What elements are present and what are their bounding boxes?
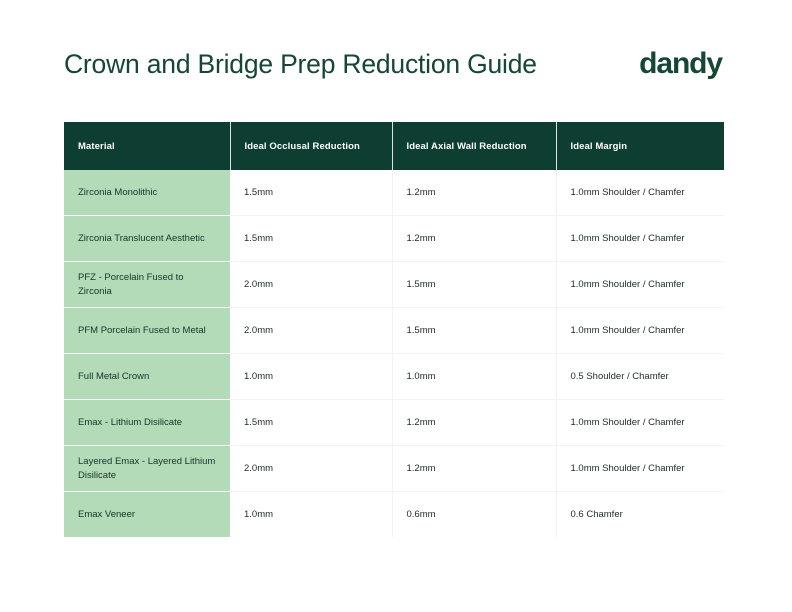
cell-axial: 1.2mm bbox=[392, 170, 557, 216]
cell-margin: 1.0mm Shoulder / Chamfer bbox=[556, 399, 724, 446]
dandy-logo: dandy bbox=[639, 47, 723, 80]
cell-occlusal: 1.5mm bbox=[230, 170, 393, 216]
cell-axial: 1.2mm bbox=[392, 215, 557, 262]
cell-occlusal: 1.0mm bbox=[230, 353, 393, 400]
table-row: Emax - Lithium Disilicate 1.5mm 1.2mm 1.… bbox=[64, 399, 724, 446]
cell-margin: 1.0mm Shoulder / Chamfer bbox=[556, 307, 724, 354]
column-header-axial-wall-reduction: Ideal Axial Wall Reduction bbox=[392, 122, 557, 170]
cell-occlusal: 2.0mm bbox=[230, 307, 393, 354]
page-root: Crown and Bridge Prep Reduction Guide da… bbox=[0, 0, 792, 612]
reduction-guide-table: Material Ideal Occlusal Reduction Ideal … bbox=[64, 122, 724, 537]
reduction-guide-table-container: Material Ideal Occlusal Reduction Ideal … bbox=[64, 122, 724, 537]
table-row: Full Metal Crown 1.0mm 1.0mm 0.5 Shoulde… bbox=[64, 353, 724, 400]
table-body: Zirconia Monolithic 1.5mm 1.2mm 1.0mm Sh… bbox=[64, 170, 724, 537]
cell-axial: 1.2mm bbox=[392, 445, 557, 492]
table-row: PFM Porcelain Fused to Metal 2.0mm 1.5mm… bbox=[64, 307, 724, 354]
page-title: Crown and Bridge Prep Reduction Guide bbox=[64, 48, 537, 79]
cell-occlusal: 1.0mm bbox=[230, 491, 393, 537]
table-row: Zirconia Monolithic 1.5mm 1.2mm 1.0mm Sh… bbox=[64, 170, 724, 216]
cell-axial: 1.5mm bbox=[392, 261, 557, 308]
cell-margin: 0.5 Shoulder / Chamfer bbox=[556, 353, 724, 400]
cell-material: Zirconia Monolithic bbox=[64, 170, 230, 216]
cell-material: PFZ - Porcelain Fused to Zirconia bbox=[64, 261, 230, 308]
table-row: Emax Veneer 1.0mm 0.6mm 0.6 Chamfer bbox=[64, 491, 724, 537]
table-row: PFZ - Porcelain Fused to Zirconia 2.0mm … bbox=[64, 261, 724, 308]
cell-margin: 1.0mm Shoulder / Chamfer bbox=[556, 261, 724, 308]
cell-material: Emax Veneer bbox=[64, 491, 230, 537]
cell-occlusal: 1.5mm bbox=[230, 215, 393, 262]
cell-material: Layered Emax - Layered Lithium Disilicat… bbox=[64, 445, 230, 492]
column-header-occlusal-reduction: Ideal Occlusal Reduction bbox=[230, 122, 393, 170]
cell-axial: 1.2mm bbox=[392, 399, 557, 446]
cell-margin: 0.6 Chamfer bbox=[556, 491, 724, 537]
cell-occlusal: 2.0mm bbox=[230, 445, 393, 492]
page-header: Crown and Bridge Prep Reduction Guide da… bbox=[64, 40, 724, 88]
cell-axial: 1.5mm bbox=[392, 307, 557, 354]
table-row: Layered Emax - Layered Lithium Disilicat… bbox=[64, 445, 724, 492]
table-row: Zirconia Translucent Aesthetic 1.5mm 1.2… bbox=[64, 215, 724, 262]
cell-margin: 1.0mm Shoulder / Chamfer bbox=[556, 170, 724, 216]
cell-material: PFM Porcelain Fused to Metal bbox=[64, 307, 230, 354]
cell-material: Zirconia Translucent Aesthetic bbox=[64, 215, 230, 262]
column-header-margin: Ideal Margin bbox=[556, 122, 724, 170]
cell-margin: 1.0mm Shoulder / Chamfer bbox=[556, 445, 724, 492]
cell-axial: 1.0mm bbox=[392, 353, 557, 400]
table-header: Material Ideal Occlusal Reduction Ideal … bbox=[64, 122, 724, 170]
cell-material: Emax - Lithium Disilicate bbox=[64, 399, 230, 446]
cell-material: Full Metal Crown bbox=[64, 353, 230, 400]
cell-margin: 1.0mm Shoulder / Chamfer bbox=[556, 215, 724, 262]
cell-occlusal: 2.0mm bbox=[230, 261, 393, 308]
table-header-row: Material Ideal Occlusal Reduction Ideal … bbox=[64, 122, 724, 170]
column-header-material: Material bbox=[64, 122, 231, 170]
cell-axial: 0.6mm bbox=[392, 491, 557, 537]
cell-occlusal: 1.5mm bbox=[230, 399, 393, 446]
